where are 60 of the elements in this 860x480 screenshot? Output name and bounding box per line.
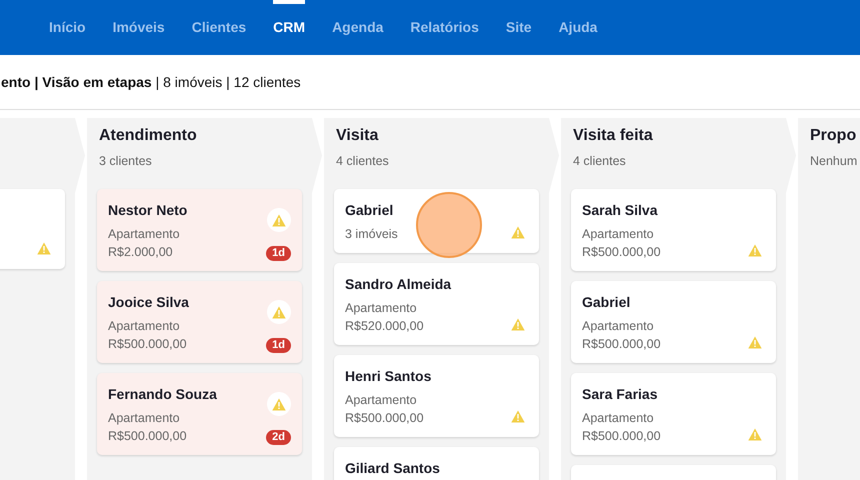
card-detail: R$2.000,00 bbox=[108, 244, 173, 261]
stage-title: Atendimento bbox=[99, 126, 198, 146]
active-tab-indicator bbox=[273, 0, 306, 4]
card-detail: Apartamento bbox=[108, 318, 180, 335]
client-card[interactable]: Nestor Neto Apartamento R$2.000,00 1d bbox=[97, 189, 302, 271]
warning-icon bbox=[748, 428, 762, 441]
card-detail: R$500.000,00 bbox=[345, 410, 424, 427]
breadcrumb: ento | Visão em etapas | 8 imóveis | 12 clientes bbox=[1, 72, 301, 92]
warning-icon bbox=[272, 214, 286, 226]
stage-count: 4 clientes bbox=[336, 153, 390, 170]
card-detail: Apartamento bbox=[345, 300, 417, 317]
card-detail: Apartamento bbox=[345, 392, 417, 409]
card-detail: Apartamento bbox=[582, 226, 654, 243]
card-detail: Apartamento bbox=[108, 226, 180, 243]
client-name: Giliard Santos bbox=[345, 459, 441, 477]
warning-icon bbox=[511, 226, 525, 239]
card-detail: R$500.000,00 bbox=[582, 244, 661, 261]
warning-icon bbox=[511, 318, 525, 331]
warning-icon bbox=[272, 306, 286, 318]
card-detail: R$500.000,00 bbox=[582, 428, 661, 445]
client-name: Gabriel bbox=[582, 293, 632, 311]
warning-icon bbox=[748, 336, 762, 349]
card-detail: R$520.000,00 bbox=[345, 318, 424, 335]
stage-count: Nenhum bbox=[810, 153, 858, 170]
warning-icon bbox=[511, 410, 525, 423]
card-detail: R$500.000,00 bbox=[108, 428, 187, 445]
client-name: Nestor Neto bbox=[108, 201, 188, 219]
client-card[interactable]: Gabriel Apartamento R$500.000,00 bbox=[571, 281, 776, 363]
warning-icon bbox=[748, 244, 762, 257]
age-badge: 1d bbox=[266, 246, 291, 261]
age-badge: 1d bbox=[266, 338, 291, 353]
client-name: Jooice Silva bbox=[108, 293, 190, 311]
client-name: Sandro Almeida bbox=[345, 275, 452, 293]
client-name: Sara Farias bbox=[582, 385, 658, 403]
client-card[interactable]: Giliard Santos bbox=[334, 447, 539, 480]
card-detail: Apartamento bbox=[582, 410, 654, 427]
stage-count: 4 clientes bbox=[573, 153, 627, 170]
age-badge: 2d bbox=[266, 430, 291, 445]
stage-title: Visita feita bbox=[573, 126, 654, 146]
stage-title: Visita bbox=[336, 126, 380, 146]
nav-tab[interactable]: CRM bbox=[273, 0, 306, 55]
card-detail: R$500.000,00 bbox=[108, 336, 187, 353]
client-name: Sarah Silva bbox=[582, 201, 659, 219]
client-card[interactable]: Sara Farias Apartamento R$500.000,00 bbox=[571, 373, 776, 455]
warning-icon bbox=[37, 242, 51, 255]
client-name: Gabriel bbox=[345, 201, 394, 219]
client-card[interactable]: Henri Santos Apartamento R$500.000,00 bbox=[334, 355, 539, 437]
client-name: Henri Santos bbox=[345, 367, 432, 385]
warning-icon bbox=[272, 398, 286, 410]
stage-count: 3 clientes bbox=[99, 153, 153, 170]
client-card[interactable]: Jooice Silva Apartamento R$500.000,00 1d bbox=[97, 281, 302, 363]
card-detail: 3 imóveis bbox=[345, 226, 398, 243]
client-card[interactable]: Fernando Souza Apartamento R$500.000,00 2d bbox=[97, 373, 302, 455]
client-card[interactable]: Sandro Almeida Apartamento R$520.000,00 bbox=[334, 263, 539, 345]
card-detail: Apartamento bbox=[108, 410, 180, 427]
stage-title: Propo bbox=[810, 126, 858, 146]
card-detail: Apartamento bbox=[582, 318, 654, 335]
card-detail: R$500.000,00 bbox=[582, 336, 661, 353]
client-card[interactable]: Sarah Silva Apartamento R$500.000,00 bbox=[571, 189, 776, 271]
client-name: Fernando Souza bbox=[108, 385, 218, 403]
